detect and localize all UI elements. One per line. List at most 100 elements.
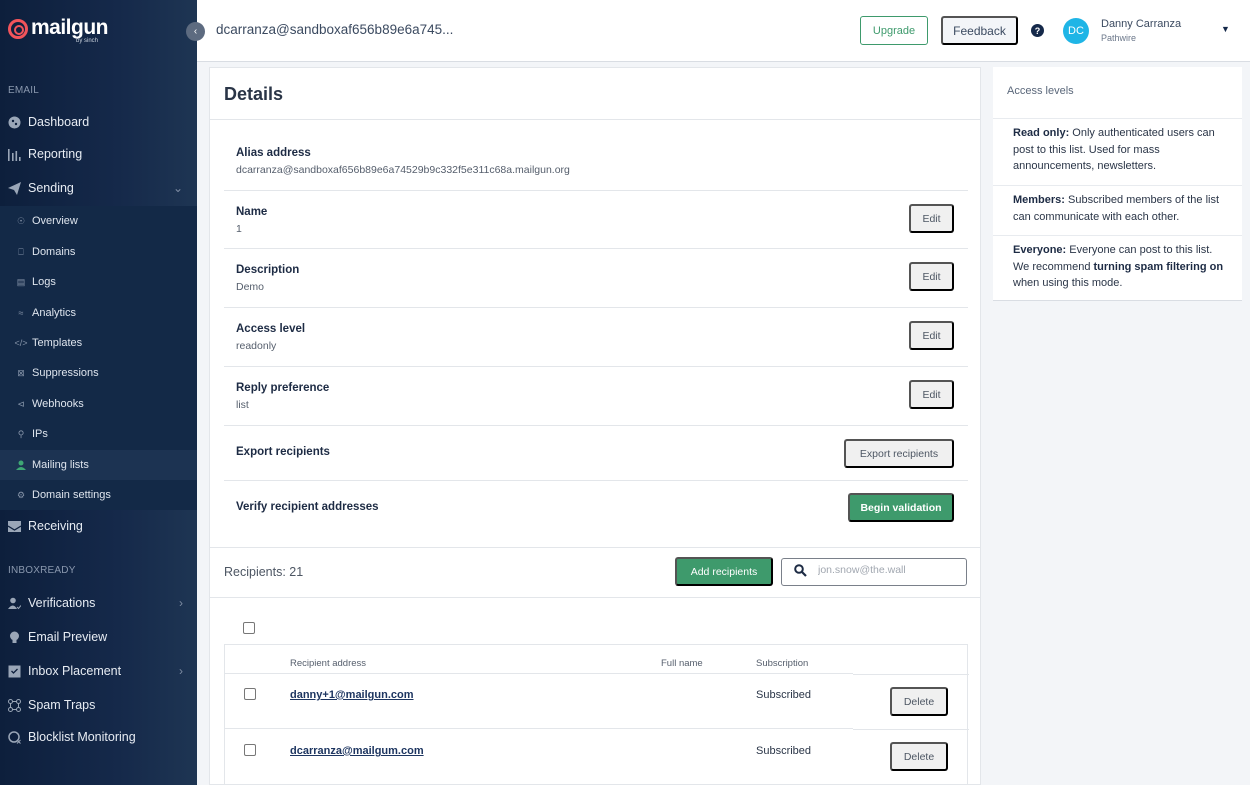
edit-access-level-button[interactable]: Edit [909,321,954,350]
sidebar-item-spam-traps[interactable]: Spam Traps [0,690,197,720]
sidebar-item-inbox-placement[interactable]: Inbox Placement › [0,656,197,686]
avatar[interactable]: DC [1063,18,1089,44]
sidebar-item-analytics[interactable]: ≈ Analytics [0,298,197,328]
access-level-read-only: Read only: Only authenticated users can … [1013,125,1228,175]
sidebar-item-webhooks[interactable]: ⊲ Webhooks [0,389,197,419]
inbox-icon [8,520,21,533]
webhook-icon: ⊲ [17,398,25,409]
sidebar-item-dashboard[interactable]: Dashboard [0,107,197,137]
sidebar-item-label: Domain settings [32,489,111,501]
chevron-left-icon: ‹ [193,26,198,37]
inbox-check-icon [8,665,21,678]
sidebar-item-label: Overview [32,215,78,227]
sidebar-item-label: Inbox Placement [28,664,122,678]
sidebar-item-verifications[interactable]: Verifications › [0,588,197,618]
sidebar-item-domain-settings[interactable]: ⚙ Domain settings [0,480,197,510]
sidebar-item-receiving[interactable]: Receiving [0,511,197,541]
sidebar-item-reporting[interactable]: Reporting [0,139,197,169]
access-level-row: Access level readonly Edit [224,308,968,367]
access-level-term: Members: [1013,194,1065,206]
chevron-down-icon: ⌄ [172,181,183,195]
begin-validation-button[interactable]: Begin validation [848,493,954,522]
sidebar-item-mailing-lists[interactable]: Mailing lists [0,450,197,480]
recipient-search-field[interactable] [781,558,967,586]
brand-name: mailgun [31,16,109,39]
paper-plane-icon [8,181,21,195]
bar-chart-icon [8,148,21,161]
sidebar-item-suppressions[interactable]: ⊠ Suppressions [0,358,197,388]
sidebar-item-email-preview[interactable]: Email Preview [0,622,197,652]
sidebar-item-blocklist-monitoring[interactable]: Blocklist Monitoring [0,722,197,752]
dashboard-icon [8,116,21,129]
row-divider [225,728,853,729]
field-label: Reply preference [236,382,330,394]
select-all-checkbox[interactable] [243,622,255,634]
divider [993,185,1242,186]
code-icon: </> [14,338,28,348]
search-input[interactable] [818,564,958,576]
row-checkbox[interactable] [244,744,256,756]
access-levels-panel: Access levels Read only: Only authentica… [993,67,1242,301]
divider [210,547,980,548]
edit-description-button[interactable]: Edit [909,262,954,291]
divider [993,235,1242,236]
user-org: Pathwire [1101,33,1137,43]
divider [993,118,1242,119]
column-header-address[interactable]: Recipient address [290,658,366,669]
sidebar-item-overview[interactable]: ☉ Overview [0,206,197,236]
column-header-subscription[interactable]: Subscription [756,658,808,669]
alias-value: dcarranza@sandboxaf656b89e6a74529b9c332f… [236,164,570,176]
reply-preference-row: Reply preference list Edit [224,367,968,426]
access-levels-title: Access levels [1007,85,1074,97]
sidebar-item-label: Sending [28,181,74,195]
row-divider [853,729,969,730]
recipients-table: Recipient address Full name Subscription… [224,644,969,785]
verify-recipients-row: Verify recipient addresses Begin validat… [224,481,968,547]
mailing-list-details-card: Details Alias address dcarranza@sandboxa… [209,67,981,785]
export-recipients-button[interactable]: Export recipients [844,439,954,468]
edit-name-button[interactable]: Edit [909,204,954,233]
field-label: Description [236,264,300,276]
column-header-full-name[interactable]: Full name [661,658,703,669]
details-title: Details [224,84,284,104]
field-value: 1 [236,223,242,235]
delete-recipient-button[interactable]: Delete [890,687,948,716]
chevron-right-icon: › [179,664,183,678]
feedback-button[interactable]: Feedback [941,16,1018,45]
top-header: dcarranza@sandboxaf656b89e6a745... Upgra… [197,0,1250,62]
row-checkbox[interactable] [244,688,256,700]
export-recipients-row: Export recipients Export recipients [224,426,968,481]
sidebar-item-label: Reporting [28,147,83,161]
globe-icon: ⎕ [18,246,24,257]
lightbulb-icon [8,631,21,644]
gear-icon: ⚙ [16,489,26,500]
recipient-address-link[interactable]: danny+1@mailgun.com [290,689,414,701]
sidebar-item-templates[interactable]: </> Templates [0,328,197,358]
sidebar-item-logs[interactable]: ▤ Logs [0,267,197,297]
user-name[interactable]: Danny Carranza [1101,18,1181,30]
sidebar: mailgun by sinch EMAIL Dashboard Reporti… [0,0,197,785]
delete-recipient-button[interactable]: Delete [890,742,948,771]
field-value: Demo [236,281,265,293]
edit-reply-preference-button[interactable]: Edit [909,380,954,409]
verify-label: Verify recipient addresses [236,501,379,513]
mailgun-logo[interactable]: mailgun by sinch [8,16,109,44]
caret-down-icon[interactable]: ▼ [1221,24,1230,34]
blocklist-icon [8,730,21,744]
network-icon [8,698,21,712]
suppression-icon: ⊠ [17,367,25,378]
collapse-sidebar-button[interactable]: ‹ [186,22,205,41]
sidebar-item-sending[interactable]: Sending ⌄ [0,173,197,203]
sidebar-item-label: Domains [32,246,76,258]
sidebar-item-ips[interactable]: ⚲ IPs [0,419,197,449]
sidebar-item-label: Email Preview [28,630,108,644]
divider [210,597,980,598]
upgrade-button[interactable]: Upgrade [860,16,928,45]
sidebar-item-domains[interactable]: ⎕ Domains [0,237,197,267]
sidebar-item-label: Mailing lists [32,459,89,471]
page-title: dcarranza@sandboxaf656b89e6a745... [216,22,454,37]
recipient-address-link[interactable]: dcarranza@mailgum.com [290,745,424,757]
help-icon[interactable]: ? [1031,24,1044,37]
export-label: Export recipients [236,446,330,458]
add-recipients-button[interactable]: Add recipients [675,557,773,586]
